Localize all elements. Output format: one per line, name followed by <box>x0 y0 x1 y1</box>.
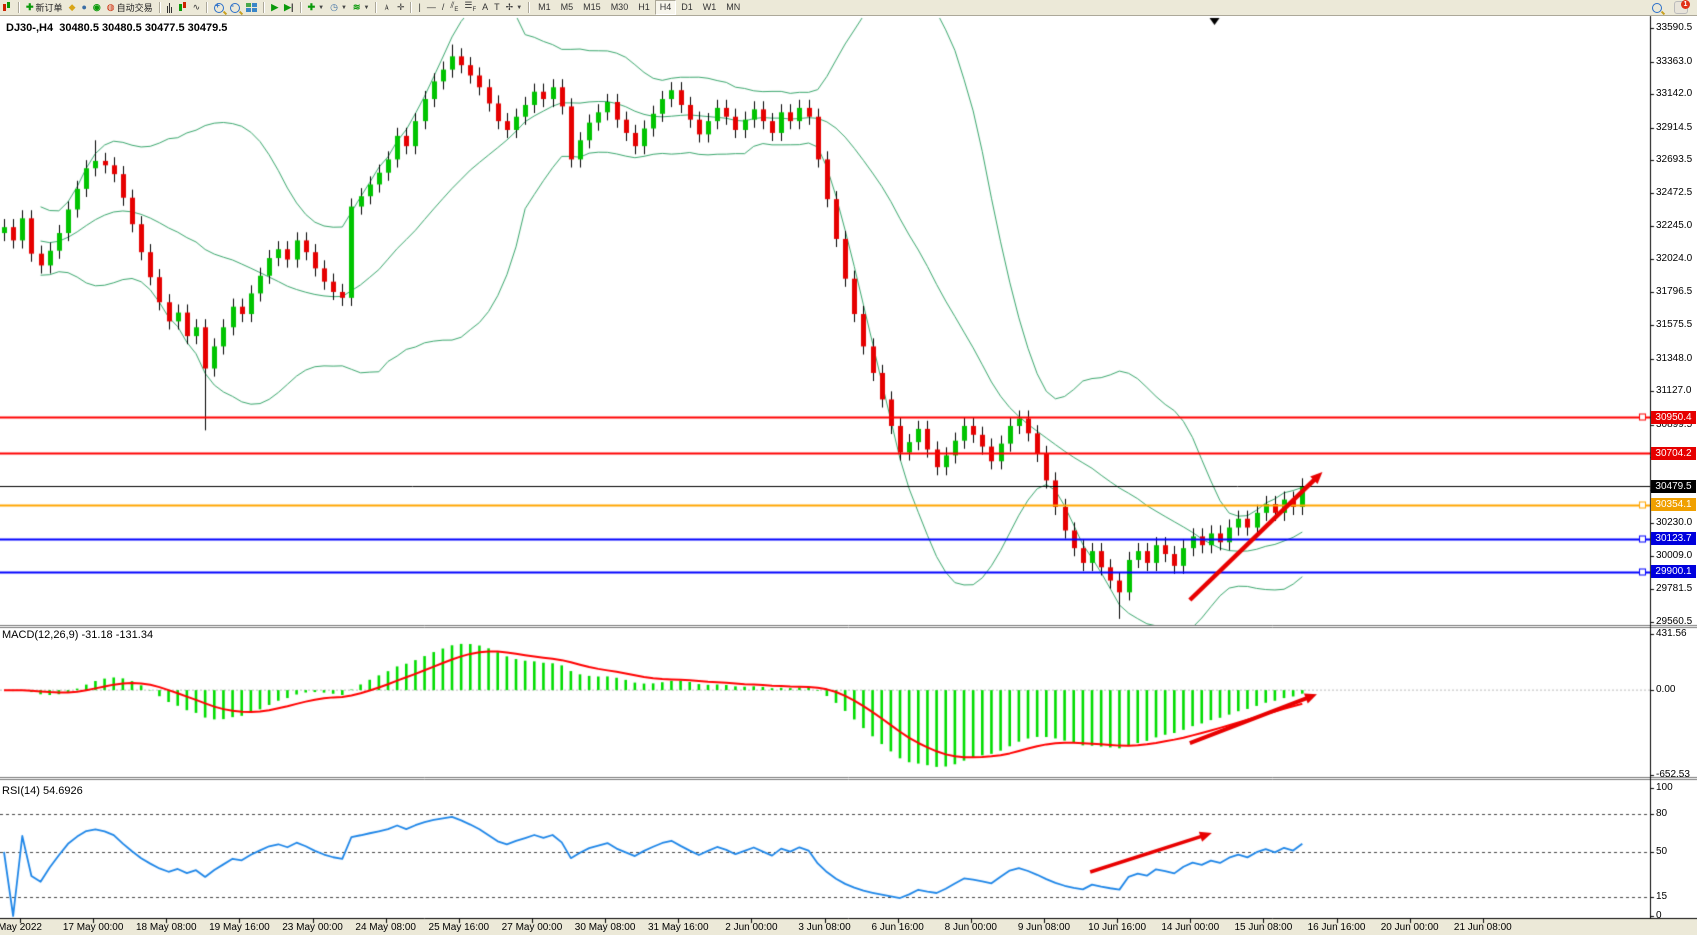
fibonacci-button[interactable]: ☰F <box>461 1 479 14</box>
new-order-button[interactable]: ✚ 新订单 <box>23 1 66 14</box>
toolbar: ✚ 新订单 ◆ ● ◉ ◍ 自动交易 ∿ + - ▶ ▶| ✚▼ ◷▼ ≋▼ ➢… <box>0 0 1697 16</box>
cursor-icon: ➢ <box>381 4 394 12</box>
zoom-in-button[interactable]: + <box>211 1 227 14</box>
signal-icon: ◉ <box>93 1 101 14</box>
label-icon: T <box>494 1 500 14</box>
timeframe-w1[interactable]: W1 <box>698 0 722 15</box>
app-chart-icon[interactable] <box>0 1 15 14</box>
fibonacci-icon: ☰F <box>464 0 476 16</box>
auto-trading-icon: ◍ <box>107 1 115 14</box>
zoom-out-icon: - <box>230 3 240 13</box>
separator <box>263 2 265 13</box>
dropdown-arrow-icon: ▼ <box>341 5 347 11</box>
periods-button[interactable]: ◷▼ <box>327 1 350 14</box>
notifications-button[interactable]: 1 <box>1671 1 1691 14</box>
timeframe-m1[interactable]: M1 <box>533 0 556 15</box>
template-icon: ≋ <box>353 1 361 14</box>
vertical-line-icon: | <box>418 1 420 14</box>
bar-chart-button[interactable] <box>164 1 175 14</box>
horizontal-line-icon: — <box>427 1 436 14</box>
auto-trading-button[interactable]: ◍ 自动交易 <box>104 1 156 14</box>
funnel-icon: ◆ <box>69 1 76 14</box>
dropdown-arrow-icon: ▼ <box>516 5 522 11</box>
vertical-line-button[interactable]: | <box>415 1 423 14</box>
new-order-label: 新订单 <box>36 1 63 14</box>
line-chart-icon: ∿ <box>193 1 201 14</box>
timeframe-d1[interactable]: D1 <box>676 0 698 15</box>
clock-icon: ◷ <box>330 1 338 14</box>
line-chart-button[interactable]: ∿ <box>190 1 204 14</box>
tile-windows-icon <box>246 3 257 12</box>
tile-windows-button[interactable] <box>243 1 260 14</box>
separator <box>159 2 161 13</box>
timeframe-h4[interactable]: H4 <box>655 0 677 15</box>
profile-icon: ● <box>81 1 86 14</box>
trendline-icon: / <box>442 1 445 14</box>
separator <box>18 2 20 13</box>
new-order-icon: ✚ <box>26 1 34 14</box>
auto-scroll-icon: ▶ <box>271 1 278 14</box>
candlestick-icon <box>178 2 187 13</box>
timeframe-m15[interactable]: M15 <box>578 0 606 15</box>
funnel-button[interactable]: ◆ <box>66 1 79 14</box>
text-icon: A <box>482 1 488 14</box>
separator <box>206 2 208 13</box>
zoom-in-icon: + <box>214 3 224 13</box>
timeframe-h1[interactable]: H1 <box>633 0 655 15</box>
timeframe-m5[interactable]: M5 <box>556 0 579 15</box>
channel-button[interactable]: ⫽E <box>447 1 461 14</box>
arrows-icon: ✢ <box>506 1 514 14</box>
profile-button[interactable]: ● <box>78 1 89 14</box>
auto-trading-label: 自动交易 <box>117 1 153 14</box>
horizontal-line-button[interactable]: — <box>424 1 439 14</box>
separator <box>375 2 377 13</box>
notification-icon: 1 <box>1674 1 1688 14</box>
timeframe-m30[interactable]: M30 <box>606 0 634 15</box>
chart-shift-icon: ▶| <box>284 1 293 14</box>
label-button[interactable]: T <box>491 1 503 14</box>
search-button[interactable] <box>1649 1 1665 14</box>
auto-scroll-button[interactable]: ▶ <box>268 1 281 14</box>
crosshair-icon: ✛ <box>397 1 405 14</box>
bar-chart-icon <box>167 2 172 13</box>
text-button[interactable]: A <box>479 1 491 14</box>
dropdown-arrow-icon: ▼ <box>318 5 324 11</box>
signal-button[interactable]: ◉ <box>90 1 104 14</box>
timeframe-group: M1M5M15M30H1H4D1W1MN <box>533 0 745 15</box>
dropdown-arrow-icon: ▼ <box>363 5 369 11</box>
search-icon <box>1652 3 1662 13</box>
new-chart-icon: ✚ <box>308 1 316 14</box>
crosshair-button[interactable]: ✛ <box>394 1 408 14</box>
separator <box>528 2 530 13</box>
templates-button[interactable]: ≋▼ <box>350 1 373 14</box>
chart-canvas[interactable] <box>0 0 1697 935</box>
separator <box>300 2 302 13</box>
trendline-button[interactable]: / <box>439 1 448 14</box>
cursor-button[interactable]: ➢ <box>380 1 394 14</box>
notification-badge: 1 <box>1681 0 1690 9</box>
chart-shift-button[interactable]: ▶| <box>281 1 296 14</box>
channel-icon: ⫽E <box>450 0 458 16</box>
arrows-button[interactable]: ✢▼ <box>503 1 526 14</box>
new-chart-button[interactable]: ✚▼ <box>305 1 328 14</box>
app-candle-icon <box>3 2 12 13</box>
candlestick-chart-button[interactable] <box>175 1 190 14</box>
separator <box>410 2 412 13</box>
zoom-out-button[interactable]: - <box>227 1 243 14</box>
timeframe-mn[interactable]: MN <box>721 0 745 15</box>
